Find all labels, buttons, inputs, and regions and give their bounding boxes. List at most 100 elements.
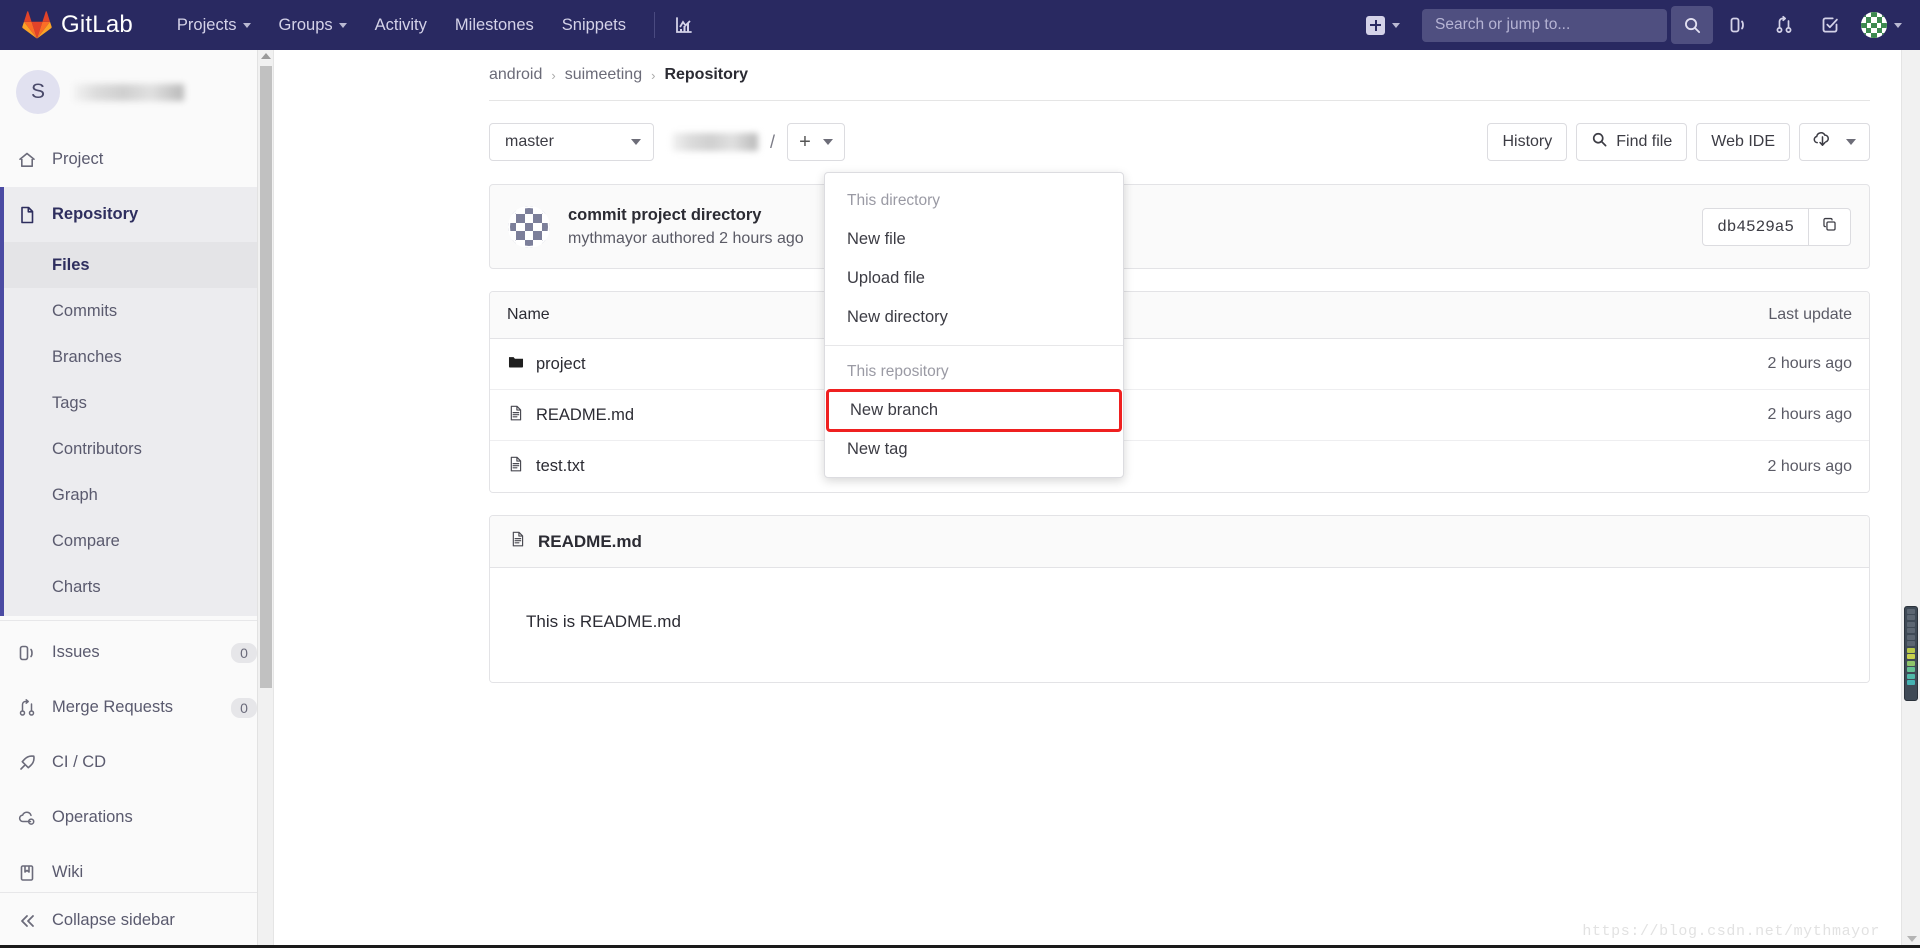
issues-count-badge: 0 — [231, 643, 257, 663]
sidebar-item-contributors[interactable]: Contributors — [0, 426, 273, 472]
todos-icon[interactable] — [1809, 6, 1851, 44]
nav-link-milestones-label: Milestones — [455, 16, 534, 35]
nav-link-milestones[interactable]: Milestones — [441, 0, 548, 50]
top-nav-right-cluster — [1356, 0, 1920, 50]
gitlab-home-link[interactable]: GitLab — [0, 0, 143, 50]
sidebar-item-issues[interactable]: Issues 0 — [0, 625, 273, 680]
sidebar-item-wiki-label: Wiki — [52, 863, 83, 882]
collapse-sidebar-button[interactable]: Collapse sidebar — [0, 893, 273, 948]
dropdown-section-this-directory: This directory — [825, 183, 1123, 220]
file-last-update: 2 hours ago — [1639, 406, 1869, 424]
breadcrumb-separator-icon: › — [551, 68, 555, 83]
column-header-last-update: Last update — [1639, 306, 1869, 324]
readme-header: README.md — [490, 516, 1869, 568]
add-to-tree-dropdown-button[interactable]: + — [787, 123, 845, 161]
chevron-down-icon — [631, 139, 641, 145]
chart-icon[interactable] — [665, 6, 703, 44]
sidebar-item-merge-requests[interactable]: Merge Requests 0 — [0, 680, 273, 735]
branch-selector-dropdown[interactable]: master — [489, 123, 654, 161]
sidebar-item-tags[interactable]: Tags — [0, 380, 273, 426]
page-scrollbar-thumb[interactable] — [1904, 606, 1918, 701]
plus-square-icon — [1366, 16, 1385, 35]
breadcrumb-current-repository: Repository — [664, 66, 748, 84]
find-file-button-label: Find file — [1616, 133, 1672, 151]
sidebar-item-merge-requests-label: Merge Requests — [52, 698, 173, 717]
history-button[interactable]: History — [1487, 123, 1567, 161]
project-sidebar: S Project Repository — [0, 50, 274, 948]
sidebar-scroll-area: S Project Repository — [0, 50, 273, 948]
web-ide-button[interactable]: Web IDE — [1696, 123, 1790, 161]
commit-sha-button[interactable]: db4529a5 — [1702, 208, 1809, 246]
dropdown-item-new-file[interactable]: New file — [825, 220, 1123, 259]
chevron-down-icon — [1846, 139, 1856, 145]
top-navigation-bar: GitLab Projects Groups Activity Mileston… — [0, 0, 1920, 50]
table-row[interactable]: test.txt 2 hours ago — [490, 441, 1869, 492]
double-chevron-left-icon — [16, 911, 38, 931]
sidebar-item-repository-label: Repository — [52, 205, 138, 224]
sidebar-item-branches[interactable]: Branches — [0, 334, 273, 380]
nav-link-activity[interactable]: Activity — [361, 0, 441, 50]
chevron-down-icon — [339, 23, 347, 28]
breadcrumb: android › suimeeting › Repository — [274, 50, 1920, 100]
copy-sha-button[interactable] — [1809, 208, 1851, 246]
breadcrumb-item-android[interactable]: android — [489, 66, 542, 84]
dropdown-item-new-directory[interactable]: New directory — [825, 298, 1123, 337]
new-item-dropdown-button[interactable] — [1356, 6, 1410, 44]
readme-filename: README.md — [538, 532, 642, 552]
sidebar-item-operations[interactable]: Operations — [0, 790, 273, 845]
sidebar-project-header[interactable]: S — [0, 50, 273, 132]
plus-icon: + — [799, 132, 811, 152]
nav-link-groups[interactable]: Groups — [265, 0, 361, 50]
table-row[interactable]: README.md 2 hours ago — [490, 390, 1869, 441]
search-input[interactable] — [1435, 16, 1657, 34]
merge-requests-count-badge: 0 — [231, 698, 257, 718]
breadcrumb-separator-icon: › — [651, 68, 655, 83]
sidebar-item-charts[interactable]: Charts — [0, 564, 273, 610]
sidebar-scrollbar[interactable] — [257, 50, 273, 948]
sidebar-item-repository[interactable]: Repository — [0, 187, 273, 242]
file-name-label: project — [536, 355, 586, 374]
clone-download-dropdown-button[interactable] — [1799, 123, 1870, 161]
commit-sha-group: db4529a5 — [1702, 208, 1851, 246]
last-commit-card: commit project directory mythmayor autho… — [489, 184, 1870, 269]
issues-icon[interactable] — [1717, 6, 1759, 44]
dropdown-item-new-branch[interactable]: New branch — [828, 391, 1120, 430]
search-icon[interactable] — [1671, 6, 1713, 44]
sidebar-scrollbar-thumb[interactable] — [260, 66, 272, 688]
global-search-box[interactable] — [1422, 9, 1667, 42]
find-file-button[interactable]: Find file — [1576, 123, 1687, 161]
merge-requests-icon[interactable] — [1763, 6, 1805, 44]
sidebar-item-files[interactable]: Files — [0, 242, 273, 288]
dropdown-item-new-tag[interactable]: New tag — [825, 430, 1123, 469]
commit-text-block: commit project directory mythmayor autho… — [568, 206, 804, 248]
sidebar-item-ci-cd-label: CI / CD — [52, 753, 106, 772]
readme-body: This is README.md — [490, 568, 1869, 682]
scroll-up-arrow-icon[interactable] — [261, 53, 271, 59]
sidebar-collapse-container: Collapse sidebar — [0, 892, 273, 948]
repository-path-redacted — [672, 133, 758, 151]
nav-link-projects[interactable]: Projects — [163, 0, 265, 50]
file-table-header: Name Last update — [490, 292, 1869, 339]
nav-link-groups-label: Groups — [279, 16, 333, 35]
home-icon — [16, 150, 38, 170]
page-scrollbar[interactable] — [1901, 50, 1920, 948]
user-identicon-avatar — [1861, 12, 1887, 38]
repository-toolbar: master / + History Find file Web IDE — [274, 101, 1920, 161]
sidebar-item-commits[interactable]: Commits — [0, 288, 273, 334]
dropdown-item-upload-file[interactable]: Upload file — [825, 259, 1123, 298]
readme-content: This is README.md — [526, 612, 1869, 632]
scroll-down-arrow-icon[interactable] — [1907, 936, 1917, 942]
user-menu-button[interactable] — [1861, 12, 1906, 38]
sidebar-item-project[interactable]: Project — [0, 132, 273, 187]
breadcrumb-item-suimeeting[interactable]: suimeeting — [565, 66, 642, 84]
sidebar-item-graph[interactable]: Graph — [0, 472, 273, 518]
commit-message[interactable]: commit project directory — [568, 206, 804, 225]
sidebar-group-repository: Repository Files Commits Branches Tags C… — [0, 187, 273, 616]
sidebar-item-operations-label: Operations — [52, 808, 133, 827]
nav-link-snippets[interactable]: Snippets — [548, 0, 640, 50]
sidebar-item-ci-cd[interactable]: CI / CD — [0, 735, 273, 790]
table-row[interactable]: project 2 hours ago — [490, 339, 1869, 390]
sidebar-item-compare[interactable]: Compare — [0, 518, 273, 564]
readme-panel: README.md This is README.md — [489, 515, 1870, 683]
path-separator: / — [770, 132, 775, 153]
